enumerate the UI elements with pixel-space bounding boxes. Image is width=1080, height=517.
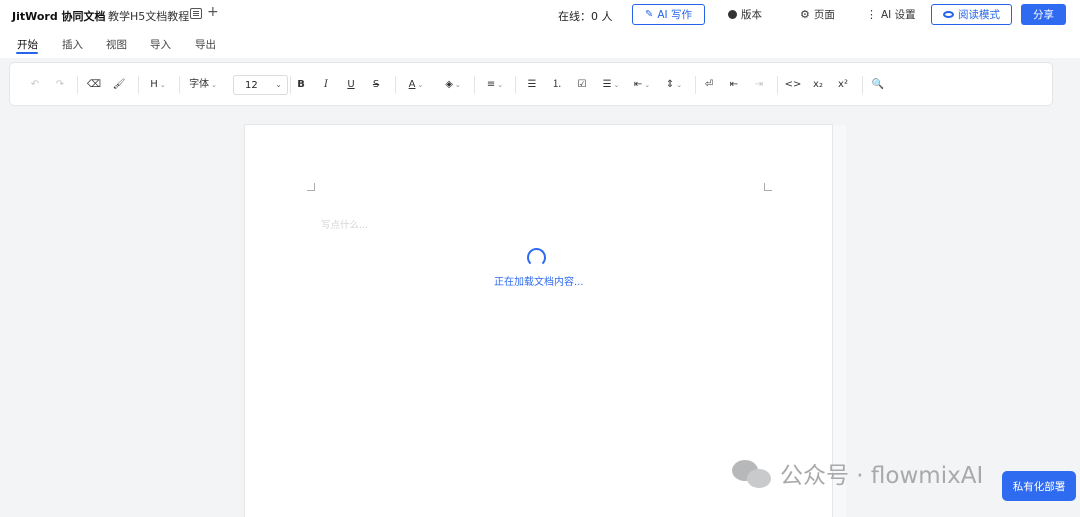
bold-button[interactable]: B <box>293 77 309 93</box>
gear-icon: ⚙ <box>800 8 810 21</box>
spacing-dropdown[interactable]: ⇕ ⌄ <box>662 77 686 93</box>
app-title: JitWord 协同文档 <box>12 10 106 23</box>
strikethrough-button[interactable]: S <box>368 77 384 93</box>
indent-menu-icon: ⇤ <box>633 79 643 90</box>
private-deploy-button[interactable]: 私有化部署 <box>1002 471 1076 501</box>
indent-icon[interactable]: ⇥ <box>751 77 767 93</box>
subscript-icon[interactable]: x₂ <box>810 77 826 93</box>
online-count: 在线：0 人 <box>558 10 613 23</box>
chevron-down-icon: ⌄ <box>159 80 166 89</box>
task-list-icon[interactable]: ☑ <box>574 77 590 93</box>
code-icon[interactable]: <> <box>785 77 802 93</box>
align-left-icon: ≡ <box>486 79 496 90</box>
wand-icon: ✎ <box>644 8 654 20</box>
bullet-list-icon[interactable]: ☰ <box>524 77 540 93</box>
ai-settings-button[interactable]: ⋮ AI 设置 <box>866 4 916 25</box>
ai-write-button[interactable]: ✎ AI 写作 <box>632 4 705 25</box>
formatting-toolbar: ↶ ↷ ⌫ 🖌 H ⌄ 字体 ⌄ 12 ⌄ B I U S A ⌄ ◈ ⌄ ≡ ⌄ ☰ ⒈… <box>9 62 1053 106</box>
ai-write-label: AI 写作 <box>657 9 692 21</box>
chevron-down-icon: ⌄ <box>275 80 282 89</box>
status-bar <box>0 510 240 517</box>
menu-tabs: 开始 插入 视图 导入 导出 <box>0 30 1080 58</box>
more-vertical-icon: ⋮ <box>866 8 877 21</box>
italic-button[interactable]: I <box>318 77 334 93</box>
version-label: 版本 <box>741 9 762 21</box>
page-label: 页面 <box>813 9 835 21</box>
loading-text: 正在加载文档内容... <box>494 277 584 288</box>
chevron-down-icon: ⌄ <box>644 80 651 89</box>
redo-icon[interactable]: ↷ <box>52 77 68 93</box>
font-size-select[interactable]: 12 ⌄ <box>233 75 288 95</box>
tab-import[interactable]: 导入 <box>150 37 171 52</box>
text-color-dropdown[interactable]: A ⌄ <box>404 77 428 93</box>
toolbar-divider <box>138 76 139 94</box>
active-tab-indicator <box>16 52 38 54</box>
heading-dropdown[interactable]: H ⌄ <box>146 77 170 93</box>
eraser-icon[interactable]: ⌫ <box>86 77 102 93</box>
wechat-logo-icon <box>732 458 772 488</box>
history-icon <box>728 10 737 19</box>
page-button[interactable]: ⚙ 页面 <box>800 4 835 25</box>
heading-label: H <box>150 79 158 90</box>
tab-export[interactable]: 导出 <box>195 37 216 52</box>
toolbar-divider <box>515 76 516 94</box>
tab-insert[interactable]: 插入 <box>62 37 83 52</box>
chevron-down-icon: ⌄ <box>211 80 217 89</box>
outdent-icon[interactable]: ⇤ <box>726 77 742 93</box>
underline-button[interactable]: U <box>343 77 359 93</box>
toolbar-divider <box>179 76 180 94</box>
tab-view[interactable]: 视图 <box>106 37 127 52</box>
toolbar-divider <box>862 76 863 94</box>
spacing-icon: ⇕ <box>665 79 675 90</box>
superscript-icon[interactable]: x² <box>835 77 851 93</box>
font-family-label: 字体 <box>189 79 210 90</box>
chevron-down-icon: ⌄ <box>497 80 504 89</box>
font-family-dropdown[interactable]: 字体 ⌄ <box>187 77 219 93</box>
format-painter-icon[interactable]: 🖌 <box>111 77 127 93</box>
chevron-down-icon: ⌄ <box>454 80 461 89</box>
editor-placeholder[interactable]: 写点什么... <box>321 217 368 231</box>
font-size-value: 12 <box>245 79 258 91</box>
add-tab-button[interactable]: + <box>207 5 219 19</box>
chevron-down-icon: ⌄ <box>676 80 683 89</box>
toolbar-divider <box>290 76 291 94</box>
top-bar: JitWord 协同文档 教学H5文档教程 + 在线：0 人 ✎ AI 写作 版… <box>0 0 1080 30</box>
share-button[interactable]: 分享 <box>1021 4 1066 25</box>
toolbar-divider <box>695 76 696 94</box>
chevron-down-icon: ⌄ <box>417 80 424 89</box>
text-color-icon: A <box>408 79 416 90</box>
margin-corner-right <box>764 183 772 191</box>
highlight-icon: ◈ <box>445 79 453 90</box>
toolbar-divider <box>395 76 396 94</box>
version-button[interactable]: 版本 <box>728 4 762 25</box>
watermark-text: 公众号 · flowmixAI <box>780 463 984 489</box>
margin-corner-left <box>307 183 315 191</box>
indent-dropdown[interactable]: ⇤ ⌄ <box>630 77 654 93</box>
ordered-list-icon[interactable]: ⒈ <box>549 77 565 93</box>
toolbar-divider <box>77 76 78 94</box>
toolbar-divider <box>474 76 475 94</box>
doc-title[interactable]: 教学H5文档教程 <box>108 8 189 24</box>
align-dropdown[interactable]: ≡ ⌄ <box>483 77 507 93</box>
watermark: 公众号 · flowmixAI <box>732 456 983 490</box>
read-mode-button[interactable]: 阅读模式 <box>931 4 1012 25</box>
search-icon[interactable]: 🔍 <box>870 77 886 93</box>
read-mode-label: 阅读模式 <box>958 9 1000 21</box>
highlight-dropdown[interactable]: ◈ ⌄ <box>441 77 465 93</box>
doc-outline-icon[interactable] <box>190 8 202 19</box>
ai-settings-label: AI 设置 <box>881 9 916 21</box>
tab-start[interactable]: 开始 <box>17 37 38 52</box>
wrap-icon[interactable]: ⏎ <box>701 77 717 93</box>
undo-icon[interactable]: ↶ <box>27 77 43 93</box>
loading-spinner-icon <box>527 248 546 267</box>
line-height-dropdown[interactable]: ☰ ⌄ <box>599 77 623 93</box>
toolbar-divider <box>777 76 778 94</box>
eye-icon <box>943 11 954 18</box>
line-height-icon: ☰ <box>602 79 612 90</box>
chevron-down-icon: ⌄ <box>613 80 620 89</box>
